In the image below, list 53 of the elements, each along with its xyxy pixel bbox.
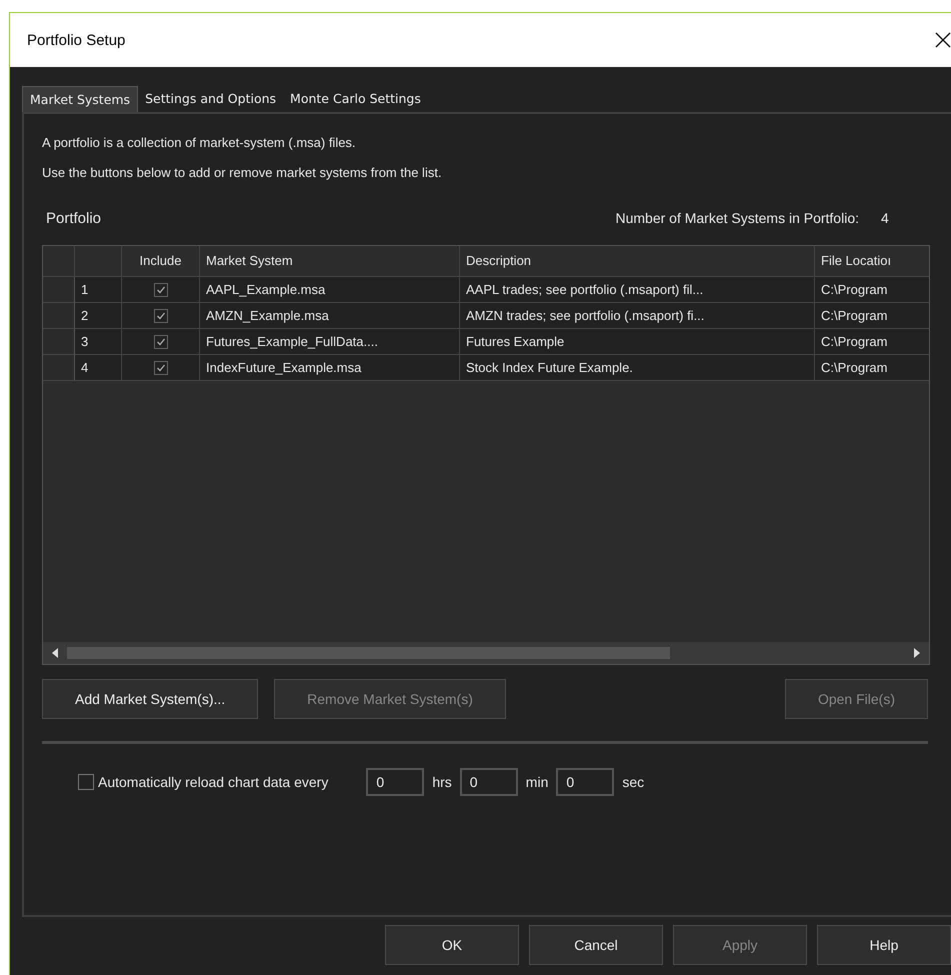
portfolio-label: Portfolio [46,210,102,227]
table-cell: 4 [75,355,122,381]
close-icon[interactable] [935,32,951,48]
tab[interactable]: Settings and Options [138,86,284,112]
check-icon [156,284,166,294]
table-cell: AMZN_Example.msa [200,303,460,329]
input-field[interactable]: 0 [556,768,614,796]
unit-label: hrs [432,774,452,790]
input-field[interactable]: 0 [460,768,518,796]
checkbox[interactable] [154,308,168,322]
intro-text: Use the buttons below to add or remove market systems from the list. [42,164,443,182]
table-cell: 3 [75,329,122,355]
column-header[interactable]: Market System [200,246,460,277]
table-cell: C:\Program [815,277,929,303]
window-title: Portfolio Setup [27,32,126,48]
checkbox[interactable] [78,774,94,790]
table-cell: AAPL_Example.msa [200,277,460,303]
checkbox[interactable] [154,282,168,296]
count-value: 4 [881,210,890,227]
table-cell: AMZN trades; see portfolio (.msaport) fi... [460,303,815,329]
unit-label: sec [622,774,644,790]
input-field[interactable]: 0 [366,768,424,796]
scroll-right-icon[interactable] [913,648,921,658]
checkbox[interactable] [154,360,168,374]
table-cell: C:\Program [815,355,929,381]
table-cell: 2 [75,303,122,329]
count-label: Number of Market Systems in Portfolio: [615,210,859,227]
check-icon [156,336,166,346]
check-icon [156,310,166,320]
check-icon [156,362,166,372]
tab[interactable]: Market Systems [22,86,138,112]
table-cell: IndexFuture_Example.msa [200,355,460,381]
column-header[interactable]: Description [460,246,815,277]
scrollbar-thumb[interactable] [67,647,670,659]
button[interactable]: Help [817,925,951,965]
table-cell: Futures_Example_FullData.... [200,329,460,355]
table-cell: C:\Program [815,303,929,329]
table-cell: Stock Index Future Example. [460,355,815,381]
horizontal-scrollbar[interactable] [43,642,929,664]
tab[interactable]: Monte Carlo Settings [283,86,428,112]
scroll-left-icon[interactable] [51,648,59,658]
checkbox-label[interactable]: Automatically reload chart data every [98,774,328,790]
intro-text: A portfolio is a collection of market-system (.msa) files. [42,134,357,152]
checkbox[interactable] [154,334,168,348]
table-cell: 1 [75,277,122,303]
table-cell: C:\Program [815,329,929,355]
table-cell: Futures Example [460,329,815,355]
button[interactable]: Add Market System(s)... [42,679,258,719]
button[interactable]: Cancel [529,925,663,965]
unit-label: min [526,774,548,790]
column-header[interactable]: Include [122,246,200,277]
table-cell: AAPL trades; see portfolio (.msaport) fil... [460,277,815,303]
button[interactable]: OK [385,925,519,965]
